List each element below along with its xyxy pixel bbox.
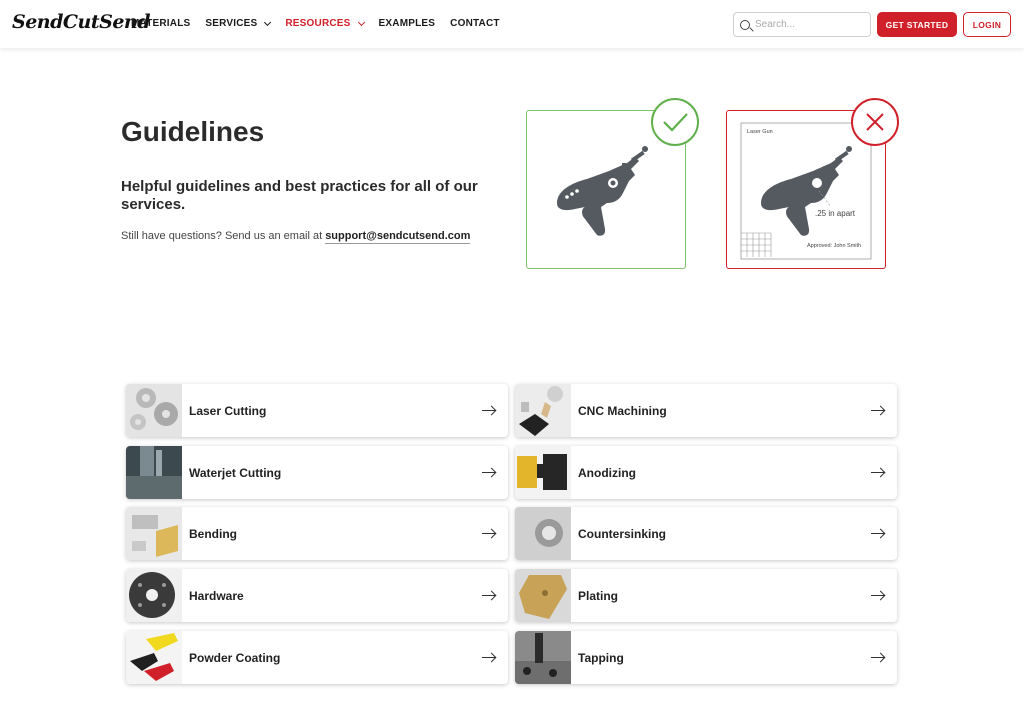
plating-thumbnail <box>515 569 571 622</box>
logo[interactable]: SendCutSend <box>12 11 151 33</box>
arrow-right-icon <box>482 405 496 417</box>
service-label: Waterjet Cutting <box>189 465 282 480</box>
tapping-thumbnail <box>515 631 571 684</box>
service-label: Powder Coating <box>189 650 281 665</box>
hardware-thumbnail <box>126 569 182 622</box>
service-card-cnc-machining[interactable]: CNC Machining <box>515 384 897 437</box>
service-card-plating[interactable]: Plating <box>515 569 897 622</box>
main-menu: MATERIALS SERVICES RESOURCES EXAMPLES CO… <box>131 18 515 29</box>
checkmark-icon <box>663 113 688 132</box>
x-mark-badge <box>851 98 899 146</box>
countersinking-thumbnail <box>515 507 571 560</box>
cnc-machining-thumbnail <box>515 384 571 437</box>
nav-item-contact[interactable]: CONTACT <box>450 18 500 29</box>
service-label: Plating <box>578 588 619 603</box>
nav-item-resources[interactable]: RESOURCES <box>285 18 365 29</box>
service-label: Countersinking <box>578 526 667 541</box>
service-card-powder-coating[interactable]: Powder Coating <box>126 631 508 684</box>
service-label: CNC Machining <box>578 403 667 418</box>
nav-item-label: EXAMPLES <box>378 18 436 29</box>
get-started-button[interactable]: GET STARTED <box>877 12 957 37</box>
service-card-countersinking[interactable]: Countersinking <box>515 507 897 560</box>
arrow-right-icon <box>871 652 885 664</box>
service-label: Tapping <box>578 650 624 665</box>
bending-thumbnail <box>126 507 182 560</box>
search-icon <box>740 19 750 30</box>
service-label: Hardware <box>189 588 244 603</box>
service-label: Anodizing <box>578 465 636 480</box>
search-input[interactable] <box>755 19 865 30</box>
chevron-down-icon <box>357 18 365 26</box>
login-button[interactable]: LOGIN <box>963 12 1011 37</box>
nav-item-label: MATERIALS <box>131 18 191 29</box>
dimension-note: .25 in apart <box>815 209 856 218</box>
arrow-right-icon <box>871 590 885 602</box>
close-icon <box>866 113 884 131</box>
page-title: Guidelines <box>121 116 265 147</box>
waterjet-cutting-thumbnail <box>126 446 182 499</box>
search-box[interactable] <box>733 12 871 37</box>
powder-coating-thumbnail <box>126 631 182 684</box>
support-email-link[interactable]: support@sendcutsend.com <box>325 230 471 244</box>
anodizing-thumbnail <box>515 446 571 499</box>
nav-item-label: CONTACT <box>450 18 500 29</box>
approval-stamp: Approved: John Smith <box>807 243 862 249</box>
support-question: Still have questions? Send us an email a… <box>121 230 323 242</box>
arrow-right-icon <box>482 467 496 479</box>
checkmark-badge <box>651 98 699 146</box>
support-text: Still have questions? Send us an email a… <box>121 230 471 244</box>
chevron-down-icon <box>264 18 272 26</box>
service-card-hardware[interactable]: Hardware <box>126 569 508 622</box>
arrow-right-icon <box>871 405 885 417</box>
laser-cutting-thumbnail <box>126 384 182 437</box>
nav-item-label: RESOURCES <box>285 18 351 29</box>
top-nav: SendCutSend MATERIALS SERVICES RESOURCES… <box>0 0 1024 48</box>
arrow-right-icon <box>482 590 496 602</box>
service-card-laser-cutting[interactable]: Laser Cutting <box>126 384 508 437</box>
service-label: Laser Cutting <box>189 403 267 418</box>
nav-item-materials[interactable]: MATERIALS <box>131 18 190 29</box>
page-subtitle: Helpful guidelines and best practices fo… <box>121 178 478 213</box>
service-card-tapping[interactable]: Tapping <box>515 631 897 684</box>
arrow-right-icon <box>482 652 496 664</box>
nav-item-label: SERVICES <box>205 18 258 29</box>
drawing-part-name: Laser Gun <box>747 129 773 135</box>
service-label: Bending <box>189 526 237 541</box>
service-card-bending[interactable]: Bending <box>126 507 508 560</box>
service-card-anodizing[interactable]: Anodizing <box>515 446 897 499</box>
nav-item-examples[interactable]: EXAMPLES <box>379 18 436 29</box>
arrow-right-icon <box>871 467 885 479</box>
arrow-right-icon <box>871 528 885 540</box>
arrow-right-icon <box>482 528 496 540</box>
nav-item-services[interactable]: SERVICES <box>205 18 272 29</box>
service-card-waterjet-cutting[interactable]: Waterjet Cutting <box>126 446 508 499</box>
